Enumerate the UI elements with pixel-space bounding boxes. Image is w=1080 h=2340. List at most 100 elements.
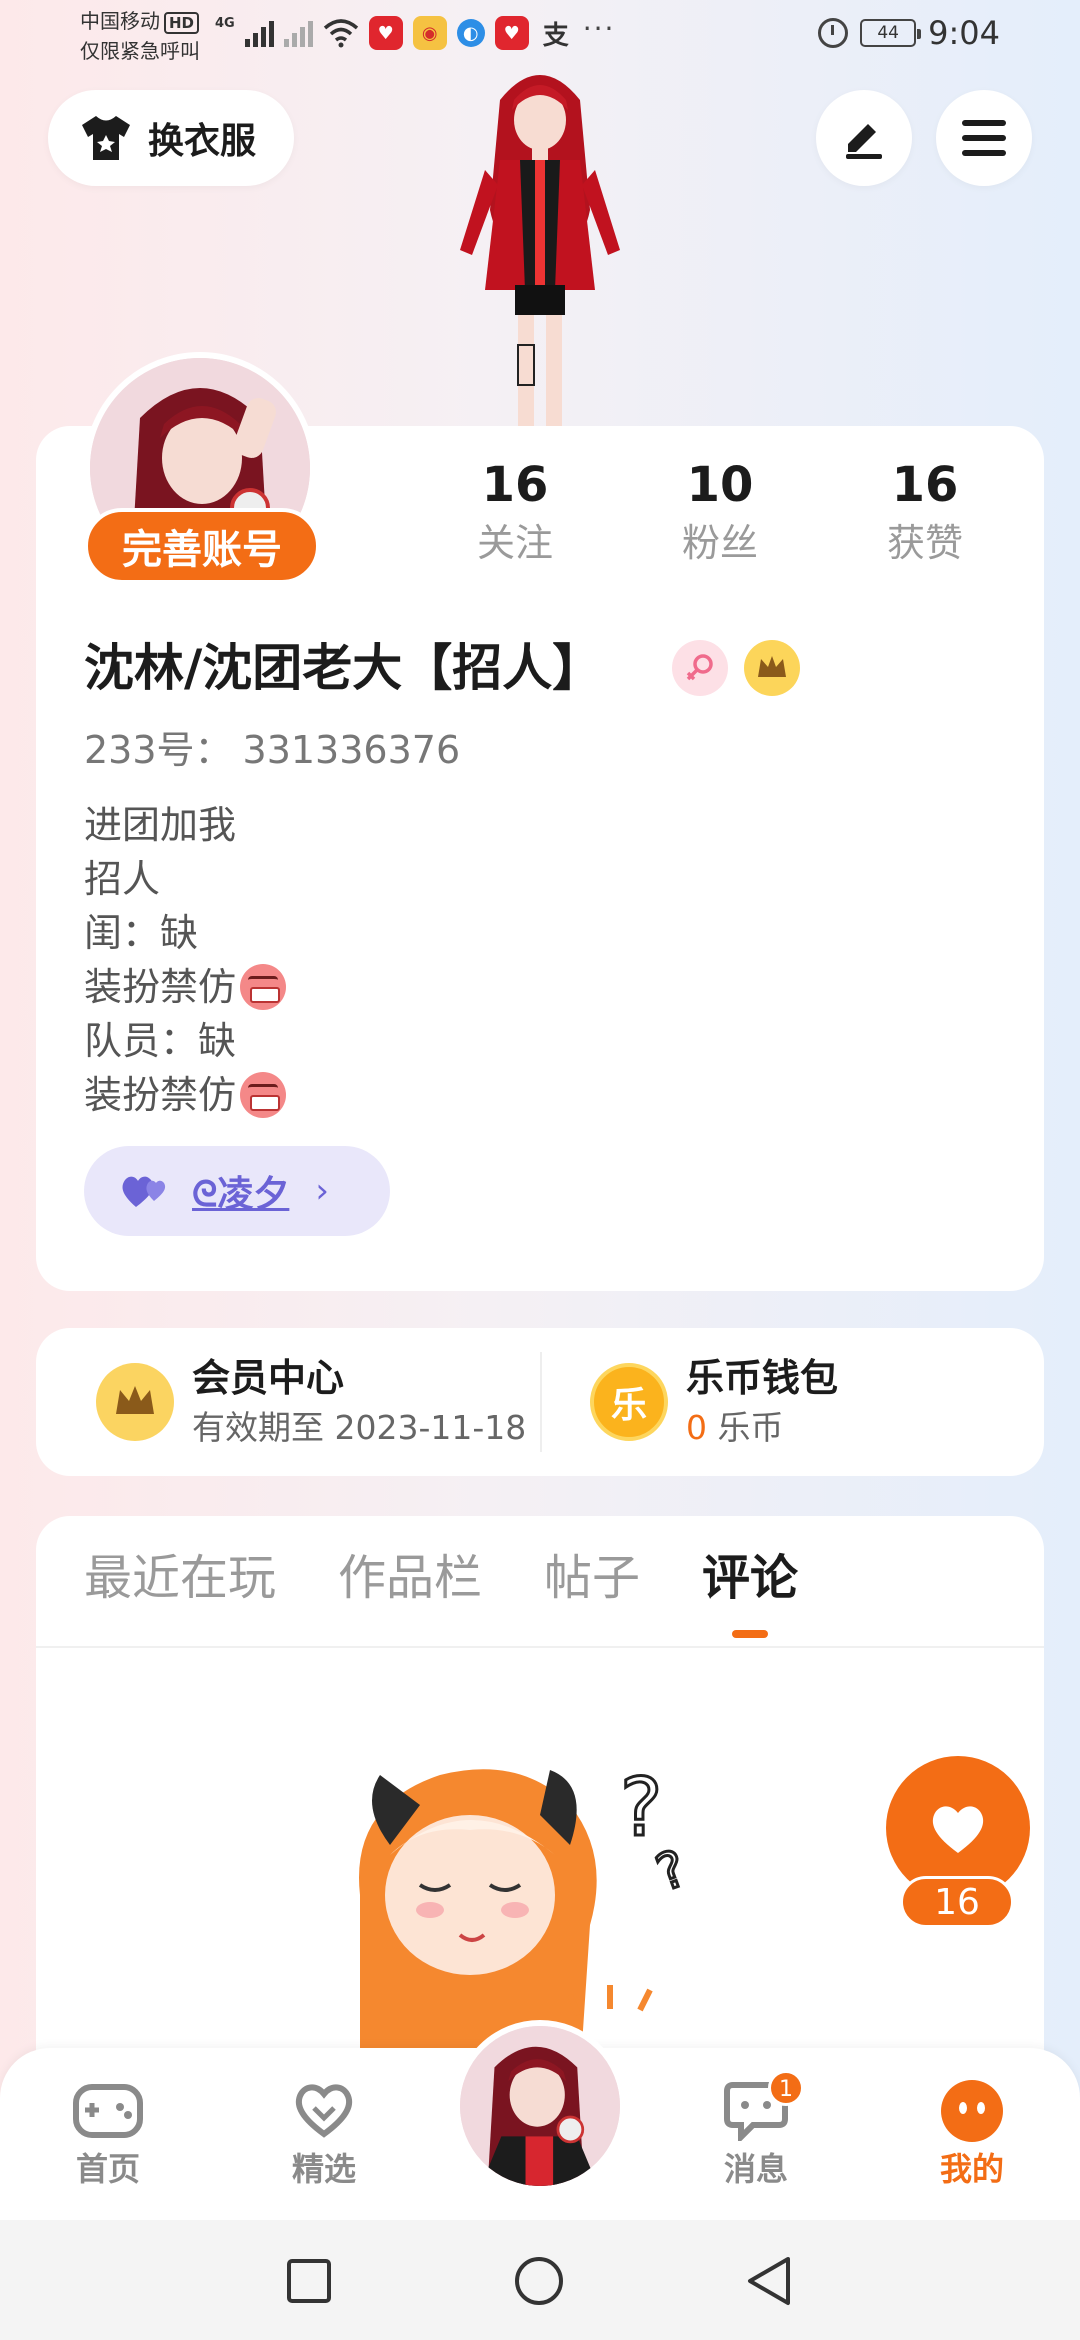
crown-icon [96, 1363, 174, 1441]
double-heart-icon [122, 1176, 166, 1207]
divider [540, 1352, 542, 1452]
partner-link[interactable]: ᘓ凌夕 › [84, 1146, 390, 1236]
bio-line: 进团加我 [84, 798, 286, 852]
home-button[interactable] [504, 2246, 574, 2316]
menu-icon [962, 120, 1006, 156]
tab-bar: 最近在玩 作品栏 帖子 评论 [84, 1546, 798, 1638]
user-id-value: 331336376 [242, 728, 461, 772]
nav-featured-label: 精选 [291, 2150, 356, 2188]
username: 沈林/沈团老大【招人】 [84, 639, 603, 697]
following-stat[interactable]: 16 关注 [440, 455, 590, 571]
followers-label: 粉丝 [681, 521, 758, 565]
coin-icon: 乐 [590, 1363, 668, 1441]
chevron-right-icon: › [315, 1171, 329, 1211]
tab-divider [36, 1646, 1044, 1648]
square-icon [287, 2259, 331, 2303]
female-icon [672, 640, 728, 696]
like-count: 16 [900, 1876, 1014, 1928]
center-avatar-button[interactable] [454, 2020, 626, 2192]
tab-comments[interactable]: 评论 [702, 1546, 798, 1638]
status-right: 44 9:04 [818, 14, 1000, 52]
app-notification-icon: ♥ [368, 16, 403, 50]
followers-count: 10 [686, 457, 754, 513]
signal-off-icon [283, 19, 313, 47]
bio-line: 装扮禁仿 [84, 960, 287, 1014]
avatar-image [460, 2026, 620, 2186]
carrier-name: 中国移动 [80, 9, 160, 33]
likes-stat[interactable]: 16 获赞 [850, 455, 1000, 571]
heart-icon [932, 1806, 984, 1853]
partner-name: ᘓ凌夕 [192, 1174, 290, 1215]
carrier-info: 中国移动 HD 仅限紧急呼叫 [80, 6, 200, 66]
network-icons: 4G ♥ ◉ ◐ ♥ 支 ··· [215, 12, 615, 51]
battery-icon: 44 [860, 19, 922, 47]
nav-home-label: 首页 [75, 2150, 140, 2188]
wifi-icon [323, 19, 358, 48]
clock: 9:04 [928, 14, 1000, 52]
message-badge: 1 [768, 2070, 804, 2106]
weibo-icon: ◉ [412, 16, 447, 50]
svg-text:?: ? [649, 1839, 694, 1903]
circle-icon [515, 2257, 563, 2305]
bio-line: 队员：缺 [84, 1014, 286, 1068]
system-nav-bar [0, 2220, 1080, 2340]
signal-icon [244, 19, 274, 47]
likes-count: 16 [891, 457, 959, 513]
nav-messages[interactable]: 1 消息 [686, 2070, 826, 2192]
browser-icon: ◐ [456, 19, 485, 47]
triangle-back-icon [748, 2257, 790, 2305]
app-notification-icon-2: ♥ [494, 16, 529, 50]
angry-emoji-icon [240, 1072, 287, 1118]
tab-works[interactable]: 作品栏 [338, 1546, 482, 1610]
vip-center-title: 会员中心 [192, 1356, 345, 1400]
following-label: 关注 [476, 521, 553, 565]
complete-account-button[interactable]: 完善账号 [84, 508, 320, 584]
nav-me-label: 我的 [939, 2150, 1004, 2188]
vip-wallet-card: 会员中心 有效期至 2023-11-18 乐 乐币钱包 0 乐币 [36, 1328, 1044, 1476]
bio-text: 闺：缺 [84, 911, 199, 955]
menu-button[interactable] [936, 90, 1032, 186]
tab-recent-played[interactable]: 最近在玩 [84, 1546, 276, 1610]
alarm-icon [818, 18, 849, 48]
wallet-amount: 0 [686, 1408, 707, 1447]
pencil-icon [846, 124, 882, 159]
nav-home[interactable]: 首页 [38, 2076, 178, 2192]
edit-profile-button[interactable] [816, 90, 912, 186]
more-notifications-icon: ··· [582, 11, 616, 45]
nav-messages-label: 消息 [723, 2150, 788, 2188]
face-icon [941, 2080, 1003, 2142]
bio-line: 装扮禁仿 [84, 1068, 287, 1122]
wallet-unit: 乐币 [707, 1408, 784, 1447]
wallet-entry[interactable]: 乐 乐币钱包 0 乐币 [590, 1328, 838, 1476]
nav-featured[interactable]: 精选 [254, 2076, 394, 2192]
change-outfit-button[interactable]: 换衣服 [48, 90, 294, 186]
emergency-text: 仅限紧急呼叫 [80, 39, 200, 63]
following-count: 16 [481, 457, 549, 513]
user-id-label: 233号： [84, 728, 233, 772]
change-outfit-label: 换衣服 [148, 121, 257, 162]
svg-text:?: ? [620, 1761, 662, 1854]
bio: 进团加我 招人 闺：缺 装扮禁仿 队员：缺 装扮禁仿 [84, 798, 287, 1122]
vip-center-entry[interactable]: 会员中心 有效期至 2023-11-18 [96, 1328, 526, 1476]
followers-stat[interactable]: 10 粉丝 [645, 455, 795, 571]
vip-expiry: 有效期至 2023-11-18 [192, 1408, 527, 1447]
bio-text: 招人 [84, 857, 161, 901]
coin-char: 乐 [610, 1385, 647, 1426]
network-type: 4G [215, 16, 235, 31]
alipay-icon: 支 [542, 20, 569, 51]
recent-apps-button[interactable] [274, 2246, 344, 2316]
hd-badge: HD [164, 12, 200, 34]
bio-text: 装扮禁仿 [84, 1073, 237, 1117]
avatar-3d-figure[interactable] [420, 60, 660, 430]
bio-text: 队员：缺 [84, 1019, 237, 1063]
nav-me[interactable]: 我的 [902, 2076, 1042, 2192]
bio-text: 进团加我 [84, 803, 237, 847]
wallet-title: 乐币钱包 [686, 1356, 839, 1400]
likes-label: 获赞 [886, 521, 963, 565]
back-button[interactable] [734, 2246, 804, 2316]
bio-text: 装扮禁仿 [84, 965, 237, 1009]
wallet-balance: 0 乐币 [686, 1404, 838, 1452]
tab-posts[interactable]: 帖子 [544, 1546, 640, 1610]
crown-icon [744, 640, 800, 696]
heart-outline-icon [295, 2084, 353, 2138]
